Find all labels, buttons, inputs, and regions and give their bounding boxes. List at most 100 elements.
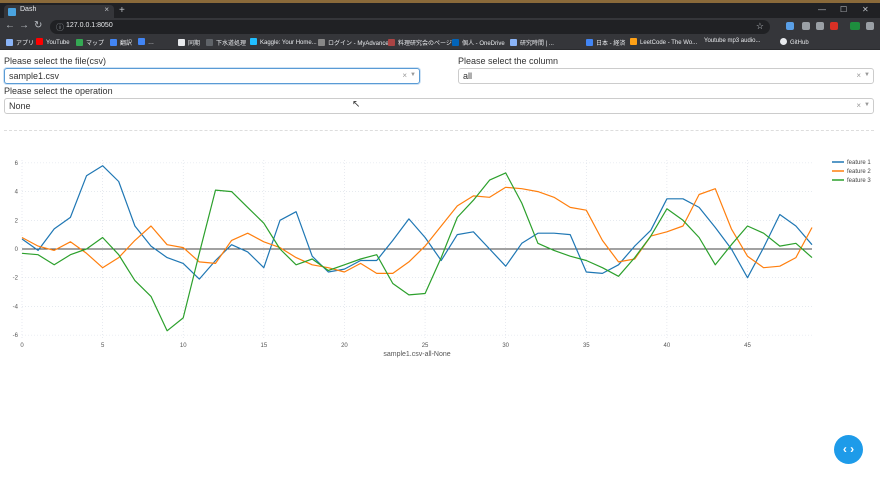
file-chevron-down-icon[interactable]: ▼ (410, 72, 416, 78)
file-select-label: Please select the file(csv) (4, 56, 107, 66)
extension-3-icon[interactable] (816, 22, 824, 30)
research-icon (510, 39, 517, 46)
column-select-label: Please select the column (458, 56, 559, 66)
onedrive-icon (452, 39, 459, 46)
bookmark-github[interactable]: GitHub (780, 38, 809, 48)
extension-1-icon[interactable] (786, 22, 794, 30)
dash-debug-button[interactable]: ‹ › (834, 435, 863, 464)
chart-legend[interactable]: feature 1 feature 2 feature 3 (832, 160, 871, 184)
x-tick-label: 45 (744, 343, 751, 349)
bookmark-myadvance[interactable]: ログイン - MyAdvance (318, 38, 389, 48)
x-tick-label: 40 (664, 343, 671, 349)
address-bar[interactable]: ⓘ 127.0.0.1:8050 ☆ (50, 20, 770, 34)
column-select[interactable]: all × ▼ (458, 68, 874, 84)
bookmark-translate[interactable]: 翻訳 (110, 38, 132, 48)
dash-favicon-icon (8, 8, 16, 16)
translate-icon (110, 39, 117, 46)
operation-clear-icon[interactable]: × (856, 101, 861, 110)
cooking-icon (388, 39, 395, 46)
tab-dash[interactable]: Dash × (4, 5, 114, 18)
bookmarks-bar: アプリ YouTube マップ 翻訳 … 同期 下水道処理 Kaggle: Yo… (0, 36, 880, 50)
info-icon[interactable]: ⓘ (56, 22, 64, 33)
legend-item[interactable]: feature 1 (847, 160, 871, 166)
section-divider (4, 130, 874, 131)
column-clear-icon[interactable]: × (856, 71, 861, 80)
bookmark-nikkei[interactable]: 日本 - 経済 (586, 38, 625, 48)
bookmark-sewage[interactable]: 下水道処理 (206, 38, 246, 48)
y-tick-label: 2 (15, 218, 19, 224)
kaggle-icon (250, 38, 257, 45)
series-line-2[interactable] (21, 186, 813, 275)
x-tick-label: 5 (101, 343, 105, 349)
bookmark-apps[interactable]: アプリ (6, 38, 34, 48)
legend-item[interactable]: feature 3 (847, 178, 871, 184)
tab-close-icon[interactable]: × (104, 5, 109, 14)
bookmark-sewage-icon (206, 39, 213, 46)
chart-gridlines (21, 160, 812, 338)
y-tick-label: 4 (15, 190, 19, 196)
extension-5-icon[interactable] (850, 22, 860, 30)
operation-select[interactable]: None × ▼ (4, 98, 874, 114)
apps-icon (6, 39, 13, 46)
minimize-button[interactable]: — (818, 5, 826, 14)
bookmark-5[interactable]: … (138, 38, 154, 48)
bookmark-sync-icon (178, 39, 185, 46)
bookmark-sync[interactable]: 同期 (178, 38, 200, 48)
bookmark-cooking[interactable]: 料理研究会のページ (388, 38, 452, 48)
bookmark-youtube-mp3[interactable]: Youtube mp3 audio... (704, 38, 761, 48)
close-window-button[interactable]: ✕ (862, 5, 869, 14)
operation-select-value: None (9, 101, 31, 111)
x-tick-label: 0 (20, 343, 24, 349)
profile-avatar-icon[interactable] (866, 22, 874, 30)
bookmark-research[interactable]: 研究時間 | ... (510, 38, 554, 48)
line-chart: -6 -4 -2 0 2 4 6 0 5 10 15 20 25 30 35 40 45 sample1.csv… (13, 160, 871, 358)
operation-select-label: Please select the operation (4, 86, 113, 96)
file-select-value: sample1.csv (9, 71, 60, 81)
bookmark-onedrive[interactable]: 個人 - OneDrive (452, 38, 505, 48)
file-select[interactable]: sample1.csv × ▼ (4, 68, 420, 84)
extension-2-icon[interactable] (802, 22, 810, 30)
x-tick-label: 35 (583, 343, 590, 349)
maximize-button[interactable]: ☐ (840, 5, 847, 14)
y-tick-label: 0 (15, 247, 19, 253)
y-tick-label: -6 (13, 333, 19, 339)
chart-ticks: -6 -4 -2 0 2 4 6 0 5 10 15 20 25 30 35 40 45 (13, 161, 752, 349)
forward-icon[interactable]: → (19, 21, 29, 31)
column-select-value: all (463, 71, 473, 81)
new-tab-button[interactable]: + (119, 6, 125, 16)
x-axis-title: sample1.csv-all-None (383, 351, 450, 358)
bookmark-kaggle[interactable]: Kaggle: Your Home... (250, 38, 317, 48)
myadvance-icon (318, 39, 325, 46)
series-line-3[interactable] (21, 172, 813, 332)
series-line-1[interactable] (21, 165, 813, 280)
bookmark-leetcode[interactable]: LeetCode - The Wo... (630, 38, 697, 48)
bookmark-maps[interactable]: マップ (76, 38, 104, 48)
tab-bar: Dash × + — ☐ ✕ (0, 3, 880, 18)
chart-series (21, 165, 813, 332)
github-icon (780, 38, 787, 45)
nikkei-icon (586, 39, 593, 46)
tab-title: Dash (20, 6, 37, 13)
column-chevron-down-icon[interactable]: ▼ (864, 72, 870, 78)
youtube-icon (36, 38, 43, 45)
reload-icon[interactable]: ↻ (34, 21, 42, 31)
bookmark-youtube[interactable]: YouTube (36, 38, 70, 48)
bookmark-5-icon (138, 38, 145, 45)
x-tick-label: 10 (180, 343, 187, 349)
bookmark-star-icon[interactable]: ☆ (756, 21, 764, 32)
x-tick-label: 30 (502, 343, 509, 349)
x-tick-label: 20 (341, 343, 348, 349)
extension-4-icon[interactable] (830, 22, 838, 30)
leetcode-icon (630, 38, 637, 45)
y-tick-label: -4 (13, 304, 19, 310)
file-clear-icon[interactable]: × (402, 71, 407, 80)
legend-item[interactable]: feature 2 (847, 169, 871, 175)
maps-icon (76, 39, 83, 46)
x-tick-label: 25 (422, 343, 429, 349)
y-tick-label: 6 (15, 161, 19, 167)
y-tick-label: -2 (13, 276, 19, 282)
url-text: 127.0.0.1:8050 (66, 22, 113, 29)
x-tick-label: 15 (260, 343, 267, 349)
operation-chevron-down-icon[interactable]: ▼ (864, 102, 870, 108)
back-icon[interactable]: ← (5, 21, 15, 31)
